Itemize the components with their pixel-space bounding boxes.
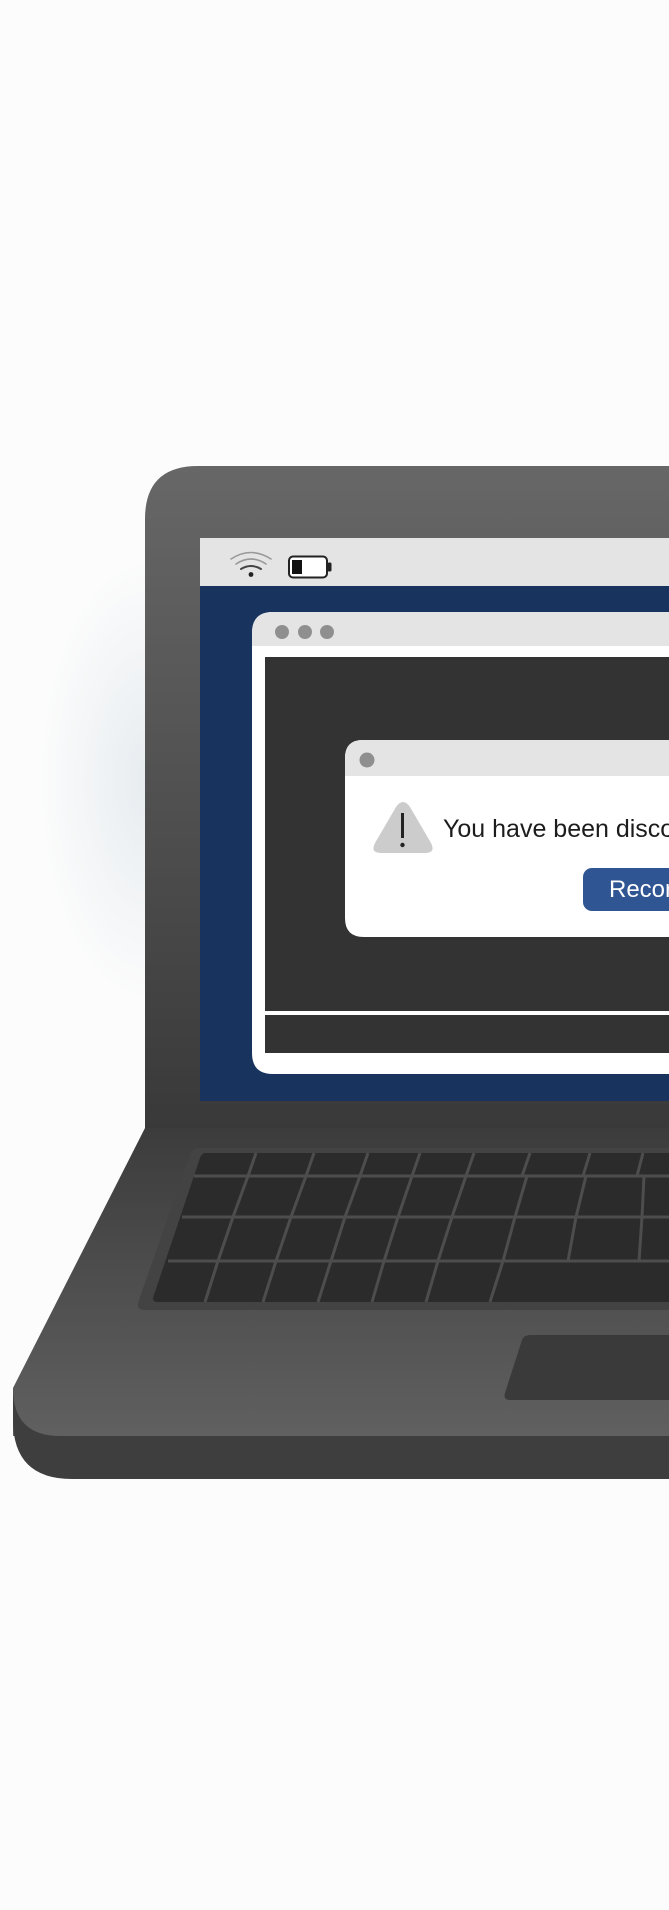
window-close-button[interactable]	[275, 625, 289, 639]
screenshot-canvas: You have been disco Recor	[0, 0, 669, 1910]
battery-low-icon	[288, 555, 332, 579]
window-minimize-button[interactable]	[298, 625, 312, 639]
dialog-close-button[interactable]	[359, 752, 375, 768]
disconnect-message: You have been disco	[443, 815, 669, 843]
laptop-illustration	[13, 466, 669, 1479]
app-window-statusbar	[265, 1015, 669, 1053]
trackpad[interactable]	[504, 1335, 669, 1400]
menu-bar	[200, 538, 669, 586]
window-maximize-button[interactable]	[320, 625, 334, 639]
reconnect-button[interactable]: Recor	[583, 868, 669, 911]
